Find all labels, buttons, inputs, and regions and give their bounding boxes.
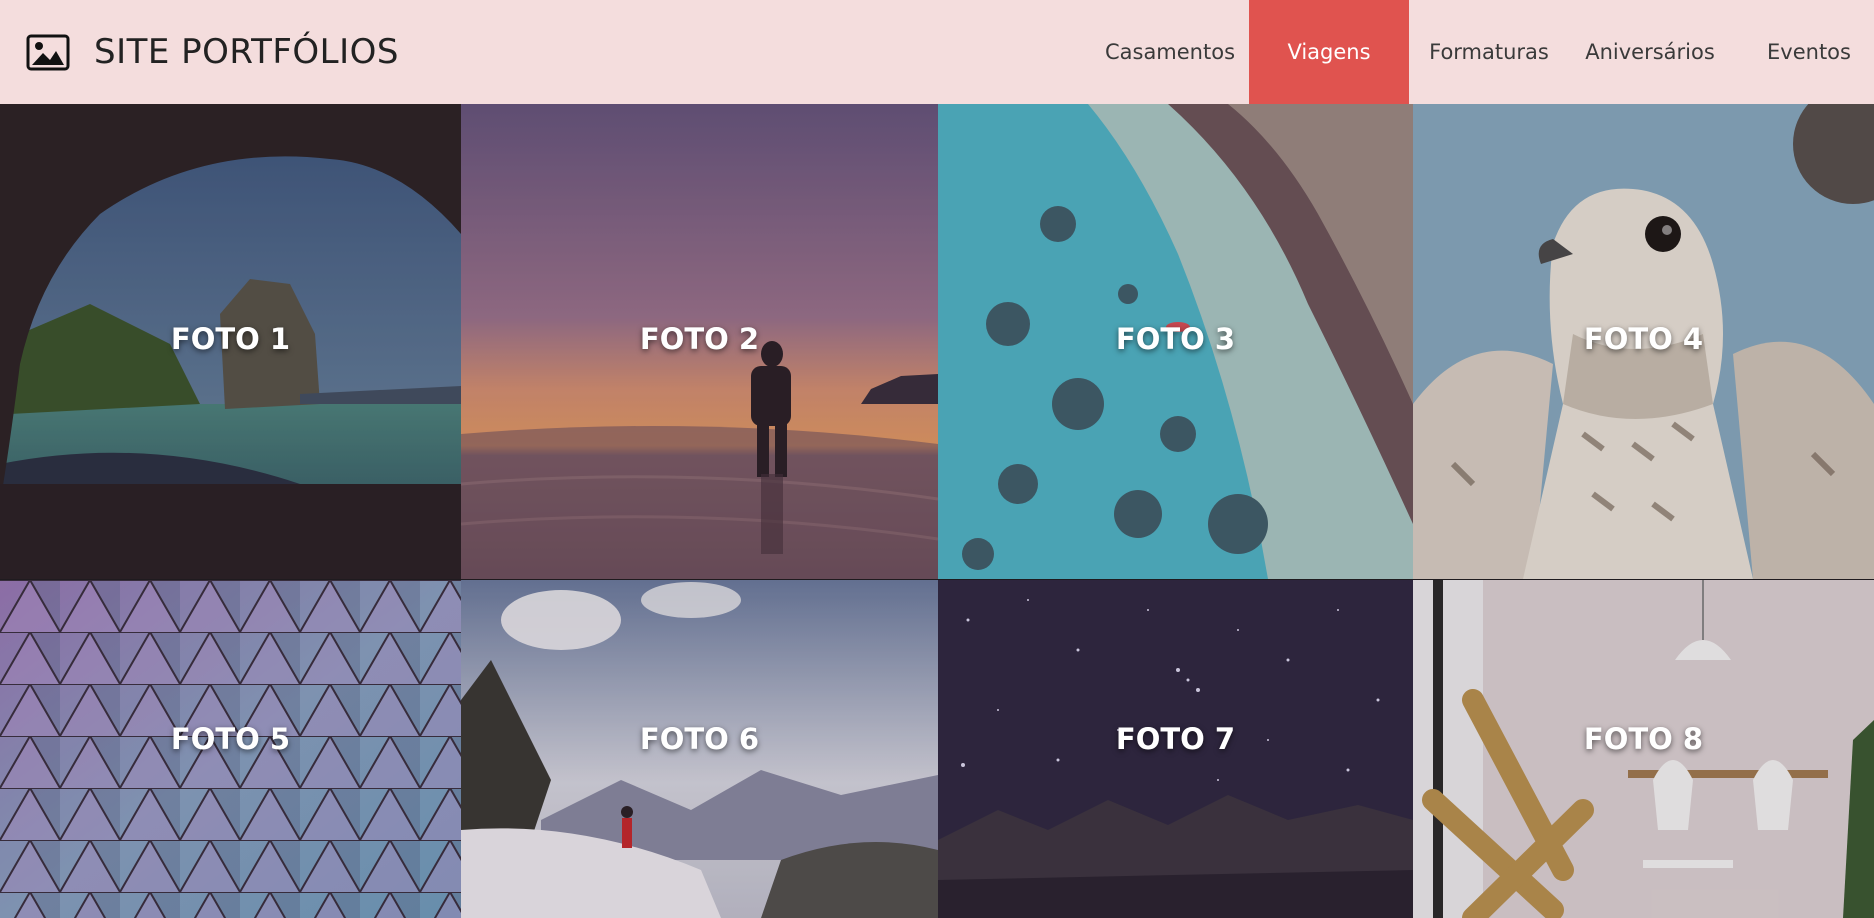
photo-6-label: FOTO 6 [639, 722, 760, 756]
photo-tile-5[interactable]: FOTO 5 [0, 580, 461, 918]
photo-tile-6[interactable]: FOTO 6 [461, 580, 938, 918]
nav-item-aniversarios[interactable]: Aniversários [1580, 0, 1720, 104]
photo-tile-4[interactable]: FOTO 4 [1413, 104, 1874, 579]
photo-tile-3[interactable]: FOTO 3 [938, 104, 1413, 579]
nav-item-casamentos[interactable]: Casamentos [1100, 0, 1240, 104]
main-nav: Casamentos Viagens Formaturas Aniversári… [0, 0, 1874, 104]
photo-4-label: FOTO 4 [1583, 322, 1704, 356]
nav-item-eventos[interactable]: Eventos [1754, 0, 1864, 104]
photo-tile-7[interactable]: FOTO 7 [938, 580, 1413, 918]
photo-tile-1[interactable]: FOTO 1 [0, 104, 461, 579]
site-header: SITE PORTFÓLIOS Casamentos Viagens Forma… [0, 0, 1874, 104]
photo-gallery: FOTO 1 FOTO 2 FOTO 3 FOTO 4 FOTO 5 FOTO … [0, 104, 1874, 918]
photo-tile-2[interactable]: FOTO 2 [461, 104, 938, 579]
photo-8-label: FOTO 8 [1583, 722, 1704, 756]
photo-1-label: FOTO 1 [170, 322, 291, 356]
nav-item-viagens[interactable]: Viagens [1249, 0, 1409, 104]
photo-3-label: FOTO 3 [1115, 322, 1236, 356]
photo-7-label: FOTO 7 [1115, 722, 1236, 756]
nav-item-formaturas[interactable]: Formaturas [1418, 0, 1560, 104]
photo-5-label: FOTO 5 [170, 722, 291, 756]
photo-tile-8[interactable]: FOTO 8 [1413, 580, 1874, 918]
photo-2-label: FOTO 2 [639, 322, 760, 356]
